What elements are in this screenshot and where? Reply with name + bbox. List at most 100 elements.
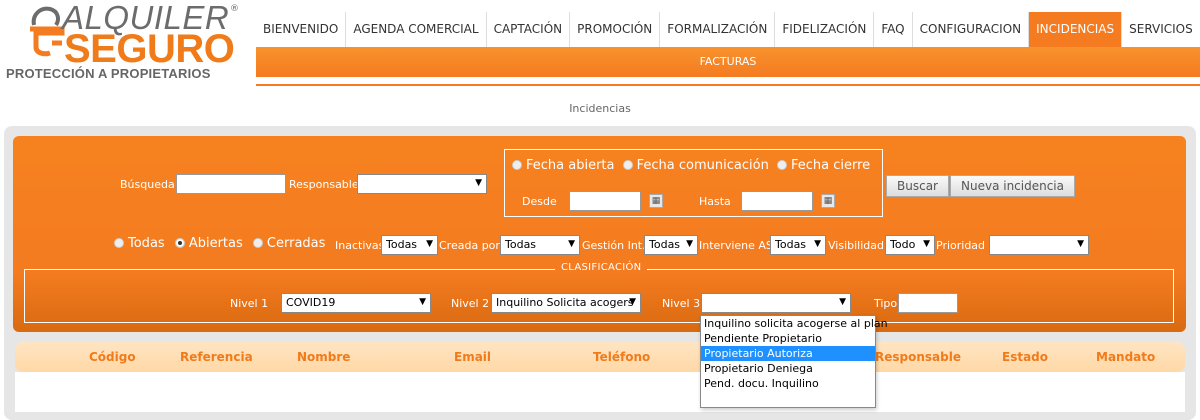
interviene-as-select[interactable]: Todas ▼ (770, 235, 826, 255)
subnav-item-facturas[interactable]: FACTURAS (700, 55, 757, 68)
busqueda-input[interactable] (176, 174, 286, 194)
column-header-mandato[interactable]: Mandato (1096, 350, 1155, 364)
nivel3-label: Nivel 3 (662, 297, 701, 310)
responsable-select[interactable]: ▼ (357, 174, 487, 194)
column-header-referencia[interactable]: Referencia (180, 350, 253, 364)
radio-fecha-abierta-label: Fecha abierta (526, 158, 615, 173)
nivel2-select[interactable]: Inquilino Solicita acogers ▼ (491, 293, 641, 313)
nivel2-label: Nivel 2 (451, 297, 490, 310)
hasta-input[interactable] (741, 191, 813, 211)
nivel2-value: Inquilino Solicita acogers (496, 296, 634, 309)
gestion-int-select[interactable]: Todas ▼ (644, 235, 698, 255)
dropdown-option-highlighted[interactable]: Propietario Autoriza (701, 346, 875, 361)
chevron-down-icon: ▼ (629, 297, 636, 307)
interviene-as-value: Todas (775, 238, 807, 251)
prioridad-select[interactable]: ▼ (989, 235, 1089, 255)
brand-name-bottom: SEGURO (64, 27, 235, 71)
radio-todas-label: Todas (128, 236, 165, 251)
interviene-as-label: Interviene AS (699, 239, 773, 252)
visibilidad-value: Todo (890, 238, 916, 251)
responsable-label: Responsable (289, 178, 359, 191)
radio-dot (776, 160, 787, 170)
nav-item-agenda-comercial[interactable]: AGENDA COMERCIAL (345, 12, 485, 47)
page-title: Incidencias (569, 102, 631, 115)
nueva-incidencia-button[interactable]: Nueva incidencia (950, 175, 1075, 197)
chevron-down-icon: ▼ (839, 297, 846, 307)
chevron-down-icon: ▼ (686, 239, 693, 249)
nav-item-promocion[interactable]: PROMOCIÓN (569, 12, 659, 47)
desde-input[interactable] (569, 191, 641, 211)
results-table-header: Código Referencia Nombre Email Teléfono … (15, 342, 1185, 372)
column-header-nombre[interactable]: Nombre (297, 350, 350, 364)
calendar-icon[interactable]: ▦ (821, 194, 835, 208)
results-table-body (15, 372, 1185, 412)
brand-registered-mark: ® (230, 4, 239, 14)
radio-dot (252, 238, 263, 248)
dropdown-option[interactable]: Inquilino solicita acogerse al plan (701, 316, 888, 331)
main-nav: BIENVENIDO AGENDA COMERCIAL CAPTACIÓN PR… (256, 12, 1200, 47)
radio-cerradas-label: Cerradas (266, 236, 326, 251)
brand-tagline: PROTECCIÓN A PROPIETARIOS (6, 66, 211, 81)
gestion-int-value: Todas (649, 238, 681, 251)
nav-item-servicios[interactable]: SERVICIOS (1121, 12, 1200, 47)
clasificacion-box: CLASIFICACIÓN Nivel 1 COVID19 ▼ Nivel 2 I… (24, 262, 1174, 323)
column-header-responsable[interactable]: Responsable (875, 350, 961, 364)
nivel1-select[interactable]: COVID19 ▼ (281, 293, 431, 313)
nav-item-configuracion[interactable]: CONFIGURACION (911, 12, 1029, 47)
radio-todas[interactable]: Todas (114, 236, 165, 251)
nivel1-label: Nivel 1 (230, 297, 269, 310)
inactivas-select[interactable]: Todas ▼ (381, 235, 438, 255)
nivel1-value: COVID19 (286, 296, 336, 309)
dropdown-option[interactable]: Propietario Deniega (701, 361, 875, 376)
date-filter-box: Fecha abierta Fecha comunicación Fecha c… (504, 149, 883, 217)
sub-nav: FACTURAS (256, 47, 1200, 77)
creada-por-value: Todas (505, 238, 537, 251)
nav-item-formalizacion[interactable]: FORMALIZACIÓN (659, 12, 774, 47)
radio-dot (512, 160, 522, 170)
radio-abiertas[interactable]: Abiertas (174, 236, 243, 251)
radio-cerradas[interactable]: Cerradas (252, 236, 326, 251)
nav-item-incidencias[interactable]: INCIDENCIAS (1028, 12, 1122, 47)
nav-item-bienvenido[interactable]: BIENVENIDO (256, 12, 345, 47)
gestion-int-label: Gestión Int. (582, 239, 646, 252)
nivel3-select[interactable]: ▼ (701, 293, 851, 313)
dropdown-option[interactable]: Pend. docu. Inquilino (701, 376, 875, 391)
column-header-email[interactable]: Email (454, 350, 491, 364)
visibilidad-select[interactable]: Todo ▼ (885, 235, 935, 255)
radio-abiertas-label: Abiertas (188, 236, 243, 251)
radio-fecha-comunicacion[interactable]: Fecha comunicación (622, 158, 769, 173)
inactivas-label: Inactivas (335, 239, 385, 252)
buscar-button[interactable]: Buscar (886, 175, 949, 197)
column-header-estado[interactable]: Estado (1002, 350, 1048, 364)
header-divider (256, 84, 1200, 86)
nav-item-faq[interactable]: FAQ (873, 12, 911, 47)
filter-panel: Búsqueda Responsable ▼ Fecha abierta Fec… (13, 136, 1186, 332)
radio-fecha-comunicacion-label: Fecha comunicación (636, 158, 769, 173)
creada-por-select[interactable]: Todas ▼ (500, 235, 580, 255)
calendar-icon[interactable]: ▦ (649, 194, 663, 208)
hasta-label: Hasta (699, 195, 731, 208)
dropdown-option[interactable]: Pendiente Propietario (701, 331, 875, 346)
brand-logo[interactable]: ALQUILER ® SEGURO PROTECCIÓN A PROPIETAR… (0, 0, 255, 86)
nav-item-fidelizacion[interactable]: FIDELIZACIÓN (774, 12, 873, 47)
busqueda-label: Búsqueda (120, 178, 175, 191)
creada-por-label: Creada por (439, 239, 500, 252)
chevron-down-icon: ▼ (475, 178, 482, 188)
radio-fecha-cierre[interactable]: Fecha cierre (776, 158, 871, 173)
chevron-down-icon: ▼ (1077, 239, 1084, 249)
chevron-down-icon: ▼ (426, 239, 433, 249)
tipo-label: Tipo (874, 297, 898, 310)
chevron-down-icon: ▼ (419, 297, 426, 307)
radio-fecha-abierta[interactable]: Fecha abierta (512, 158, 615, 173)
nav-item-captacion[interactable]: CAPTACIÓN (485, 12, 570, 47)
tipo-input[interactable] (898, 293, 958, 313)
clasificacion-title: CLASIFICACIÓN (555, 262, 648, 273)
radio-dot-checked (174, 238, 185, 248)
chevron-down-icon: ▼ (923, 239, 930, 249)
radio-fecha-cierre-label: Fecha cierre (790, 158, 871, 173)
column-header-codigo[interactable]: Código (89, 350, 136, 364)
chevron-down-icon: ▼ (814, 239, 821, 249)
prioridad-label: Prioridad (936, 239, 986, 252)
column-header-telefono[interactable]: Teléfono (593, 350, 650, 364)
radio-dot (622, 160, 633, 170)
